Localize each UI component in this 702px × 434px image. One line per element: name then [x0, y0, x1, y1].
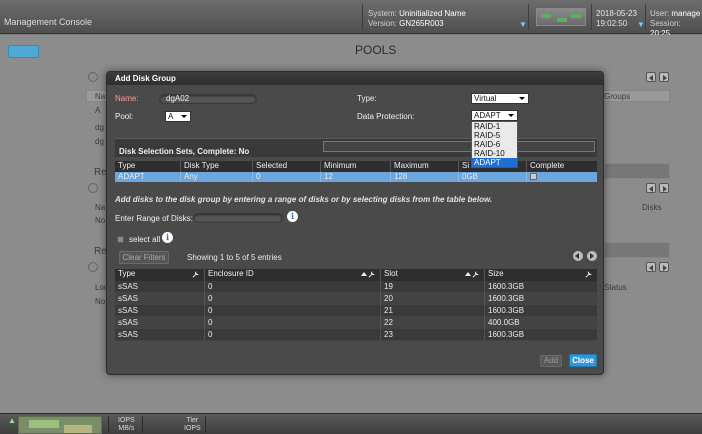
range-label: Enter Range of Disks:: [115, 214, 193, 223]
data-protection-label: Data Protection:: [357, 112, 415, 121]
close-button[interactable]: Close: [569, 354, 597, 367]
time: 19:02:50: [596, 19, 628, 28]
instructions-text: Add disks to the disk group by entering …: [115, 195, 493, 204]
sort-ascending-icon[interactable]: [361, 272, 367, 276]
search-icon[interactable]: [88, 183, 98, 193]
datetime-arrow-icon[interactable]: ▼: [637, 20, 645, 29]
next-page-icon[interactable]: [659, 72, 669, 82]
performance-thumbnail[interactable]: [18, 416, 102, 434]
selection-sets-title: Disk Selection Sets, Complete: No: [119, 147, 250, 156]
status-column: Status: [604, 283, 627, 292]
system-info: System: Uninitialized Name Version: GN26…: [368, 9, 466, 28]
page-title: POOLS: [355, 43, 397, 57]
wrench-icon[interactable]: [585, 271, 593, 278]
option-raid-5[interactable]: RAID-5: [472, 131, 517, 140]
disks-table-body: sSAS 0 19 1600.3GB sSAS 0 20 1600.3GB sS…: [115, 281, 597, 341]
wrench-icon[interactable]: [192, 271, 200, 278]
showing-entries: Showing 1 to 5 of 5 entries: [187, 253, 282, 262]
select-all-label: select all: [129, 235, 161, 244]
table-row[interactable]: ADAPT Any 0 12 128 0GB: [115, 172, 597, 182]
table-header: Type Enclosure ID Slot Size: [115, 269, 597, 281]
complete-checkbox: [530, 173, 537, 180]
prev-page-icon[interactable]: [573, 251, 583, 261]
prev-page-icon[interactable]: [646, 72, 656, 82]
pool-select[interactable]: A: [165, 111, 191, 122]
action-button[interactable]: [8, 45, 39, 58]
next-page-icon[interactable]: [587, 251, 597, 261]
name-label: Name:: [115, 94, 139, 103]
disk-range-input[interactable]: [193, 213, 283, 223]
next-page-icon[interactable]: [659, 183, 669, 193]
storage-enclosure-icon[interactable]: [536, 8, 586, 26]
prev-page-icon[interactable]: [646, 183, 656, 193]
system-arrow-icon[interactable]: ▼: [519, 20, 527, 29]
table-row[interactable]: sSAS 0 21 1600.3GB: [115, 305, 597, 317]
tier-iops-toggle[interactable]: Tier IOPS: [184, 417, 201, 433]
data-protection-options: RAID-1 RAID-5 RAID-6 RAID-10 ADAPT: [471, 121, 518, 168]
search-icon[interactable]: [88, 72, 98, 82]
select-all-checkbox[interactable]: [117, 236, 124, 243]
table-row[interactable]: sSAS 0 20 1600.3GB: [115, 293, 597, 305]
clear-filters-button[interactable]: Clear Filters: [119, 251, 169, 264]
table-row[interactable]: sSAS 0 19 1600.3GB: [115, 281, 597, 293]
expand-arrow-icon[interactable]: ▲: [8, 416, 16, 425]
chevron-down-icon: [181, 115, 187, 118]
chevron-down-icon: [519, 97, 525, 100]
sort-ascending-icon[interactable]: [465, 272, 471, 276]
option-raid-10[interactable]: RAID-10: [472, 149, 517, 158]
add-button[interactable]: Add: [540, 355, 562, 367]
user-name: manage: [671, 9, 701, 18]
dialog-title: Add Disk Group: [115, 74, 176, 83]
chevron-down-icon: [508, 114, 514, 117]
disks-column: Disks: [642, 203, 662, 212]
wrench-icon[interactable]: [368, 271, 376, 278]
selection-sets-filter[interactable]: [323, 141, 595, 152]
option-raid-1[interactable]: RAID-1: [472, 122, 517, 131]
table-row[interactable]: sSAS 0 23 1600.3GB: [115, 329, 597, 341]
prev-page-icon[interactable]: [646, 262, 656, 272]
system-name: Uninitialized Name: [399, 9, 466, 18]
data-protection-select[interactable]: ADAPT: [471, 110, 518, 121]
date-time: 2018-05-23 19:02:50: [596, 9, 637, 29]
type-select[interactable]: Virtual: [471, 93, 529, 104]
pool-label: Pool:: [115, 112, 134, 121]
dialog-header: Add Disk Group: [107, 72, 603, 85]
wrench-icon[interactable]: [472, 271, 480, 278]
selection-sets-table: Type Disk Type Selected Minimum Maximum …: [115, 161, 597, 182]
search-icon[interactable]: [88, 262, 98, 272]
top-bar: Management Console System: Uninitialized…: [0, 0, 702, 38]
bottom-bar: ▲ IOPS MB/s Tier IOPS: [0, 413, 702, 434]
info-icon[interactable]: i: [162, 232, 173, 243]
version: GN265R003: [399, 19, 444, 28]
name-input[interactable]: dgA02: [159, 94, 257, 104]
table-header: Type Disk Type Selected Minimum Maximum …: [115, 161, 597, 172]
table-row[interactable]: sSAS 0 22 400.0GB: [115, 317, 597, 329]
type-label: Type:: [357, 94, 377, 103]
app-title: Management Console: [4, 17, 93, 27]
iops-mbs-toggle[interactable]: IOPS MB/s: [118, 417, 135, 433]
option-adapt[interactable]: ADAPT: [472, 158, 517, 167]
date: 2018-05-23: [596, 9, 637, 18]
add-disk-group-dialog: Add Disk Group Name: dgA02 Type: Virtual…: [106, 71, 604, 375]
info-icon[interactable]: i: [287, 211, 298, 222]
option-raid-6[interactable]: RAID-6: [472, 140, 517, 149]
disks-table: Type Enclosure ID Slot Size sSAS 0 19 16…: [115, 269, 597, 341]
selection-sets-header: Disk Selection Sets, Complete: No: [115, 138, 597, 157]
next-page-icon[interactable]: [659, 262, 669, 272]
groups-column: Groups: [604, 92, 631, 101]
